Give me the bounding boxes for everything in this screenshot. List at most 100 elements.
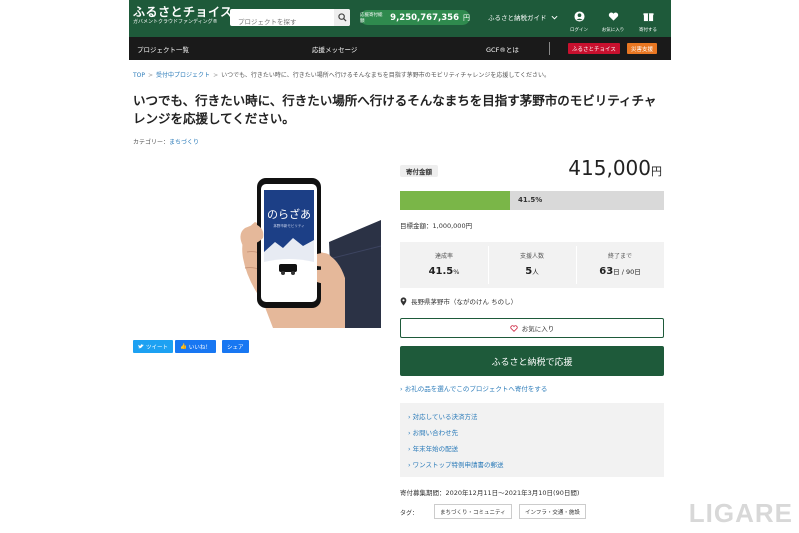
logo-sub-text: ガバメントクラウドファンディング® [133,19,218,25]
donate-with-furusato-button[interactable]: ふるさと納税で応援 [400,346,664,376]
donation-label: 寄付金額 [400,165,438,177]
info-link-contact[interactable]: › お問い合わせ先 [408,427,458,437]
tag-infrastructure[interactable]: インフラ・交通・施設 [519,504,586,519]
page-frame: ふるさとチョイス ガバメントクラウドファンディング® 応援寄付総額 9,250,… [129,0,671,533]
stat-label: 支援人数 [519,253,544,260]
target-amount: 目標金額：1,000,000円 [400,222,473,230]
breadcrumb-sep-icon: > [213,72,219,79]
info-link-text: 対応している決済方法 [412,413,478,421]
gift-link[interactable]: › お礼の品を選んでこのプロジェクトへ寄付をする [400,383,547,393]
progress-bar-fill [400,191,510,210]
info-link-new-year-delivery[interactable]: › 年末年始の配送 [408,443,458,453]
stat-value: 41.5 [428,266,454,277]
stat-value-row: 63日 / 90日 [576,266,664,277]
total-value: 9,250,767,356 [390,12,459,23]
app-name: のらざあ [267,207,311,221]
donation-amount-unit: 円 [651,165,662,178]
watermark-logo: LIGARE [688,498,793,528]
main-nav: プロジェクト一覧 応援メッセージ GCF®とは ふるさとチョイス 災害支援 [129,37,671,60]
phone-hand-illustration: のらざあ 茅野市新モビリティ [233,162,381,328]
login-button[interactable]: ログイン [565,7,593,33]
info-link-text: 年末年始の配送 [412,445,459,453]
tweet-button[interactable]: ツイート [133,340,174,353]
site-logo[interactable]: ふるさとチョイス ガバメントクラウドファンディング® [133,6,233,26]
nav-about-gcf[interactable]: GCF®とは [486,44,519,54]
nav-project-list[interactable]: プロジェクト一覧 [137,44,189,54]
donation-list-button[interactable]: 寄付する [634,7,662,33]
breadcrumb-top[interactable]: TOP [133,72,145,79]
info-link-one-stop[interactable]: › ワンストップ特例申請書の郵送 [408,459,504,469]
stat-unit: 日 / 90日 [613,268,641,276]
stat-value-row: 41.5% [400,266,488,277]
thumbs-up-icon: 👍 [180,343,187,350]
disaster-support-button[interactable]: 災害支援 [627,43,658,54]
twitter-icon [138,344,144,349]
breadcrumb: TOP > 受付中プロジェクト > いつでも、行きたい時に、行きたい場所へ行けるそんなま… [133,70,550,79]
category: カテゴリー：まちづくり [133,137,199,146]
furusato-guide-menu[interactable]: ふるさと納税ガイド [488,12,558,22]
gift-link-text: お礼の品を選んでこのプロジェクトへ寄付をする [404,385,548,393]
donation-list-label: 寄付する [639,28,657,33]
search-button[interactable] [334,9,350,26]
progress-bar: 41.5% [400,191,664,210]
breadcrumb-current: いつでも、行きたい時に、行きたい場所へ行けるそんなまちを目指す茅野市のモビリティ… [221,72,550,79]
breadcrumb-sep-icon: > [148,72,154,79]
info-link-payment[interactable]: › 対応している決済方法 [408,411,477,421]
search-icon [337,13,347,22]
total-label: 応援寄付総額 [360,12,383,24]
login-label: ログイン [570,28,588,33]
stat-label: 達成率 [434,253,453,260]
nav-messages[interactable]: 応援メッセージ [312,44,357,54]
favorite-label: お気に入り [521,325,555,333]
guide-label: ふるさと納税ガイド [488,14,547,22]
total-donation-badge: 応援寄付総額 9,250,767,356 円 [360,10,470,25]
heart-outline-icon [510,324,518,332]
stat-label: 終了まで [607,253,632,260]
search-input[interactable] [230,13,334,30]
chevron-down-icon [551,15,558,20]
tags-label: タグ： [400,510,419,517]
category-link[interactable]: まちづくり [169,139,199,146]
favorites-label: お気に入り [601,28,625,33]
tag-community[interactable]: まちづくり・コミュニティ [434,504,512,519]
category-label: カテゴリー： [133,139,170,146]
furusato-choice-button[interactable]: ふるさとチョイス [568,43,620,54]
donation-period: 寄付募集期間：2020年12月11日～2021年3月10日(90日間) [400,489,580,497]
like-button[interactable]: 👍 いいね！ [175,340,216,353]
info-link-text: ワンストップ特例申請書の郵送 [412,461,504,469]
info-links-box: › 対応している決済方法 › お問い合わせ先 › 年末年始の配送 › ワンストッ… [400,403,664,477]
donation-amount: 415,000円 [568,156,662,180]
stat-value-row: 5人 [488,266,576,277]
location: 長野県茅野市（ながのけん ちのし） [400,296,517,306]
stat-value: 63 [599,266,614,277]
breadcrumb-accepting[interactable]: 受付中プロジェクト [156,72,210,79]
tweet-label: ツイート [146,344,169,351]
location-text: 長野県茅野市（ながのけん ちのし） [411,298,518,306]
donation-amount-value: 415,000 [568,156,651,180]
nav-divider [549,42,550,55]
stat-supporters: 支援人数 5人 [488,242,576,288]
map-pin-icon [400,296,407,306]
stat-days-left: 終了まで 63日 / 90日 [576,242,664,288]
favorites-button[interactable]: お気に入り [599,7,627,33]
app-subtitle: 茅野市新モビリティ [273,223,304,228]
user-icon [573,11,585,22]
chevron-right-icon: › [400,385,403,393]
logo-main-text: ふるさとチョイス [133,5,233,19]
stat-unit: 人 [532,268,539,276]
gift-icon [642,13,654,22]
share-label: シェア [227,344,244,351]
page-title: いつでも、行きたい時に、行きたい場所へ行けるそんなまちを目指す茅野市のモビリティ… [133,93,657,126]
heart-icon [608,12,618,21]
top-header: ふるさとチョイス ガバメントクラウドファンディング® 応援寄付総額 9,250,… [129,0,671,37]
stat-unit: % [453,268,460,276]
search-box [230,9,350,30]
stats-panel: 達成率 41.5% 支援人数 5人 終了まで 63日 / 90日 [400,242,664,288]
favorite-button[interactable]: お気に入り [400,318,664,338]
share-button[interactable]: シェア [222,340,249,353]
project-image: のらざあ 茅野市新モビリティ [233,162,381,328]
like-label: いいね！ [188,344,211,351]
progress-text: 41.5% [518,196,543,204]
info-link-text: お問い合わせ先 [412,429,459,437]
stat-achievement: 達成率 41.5% [400,242,488,288]
